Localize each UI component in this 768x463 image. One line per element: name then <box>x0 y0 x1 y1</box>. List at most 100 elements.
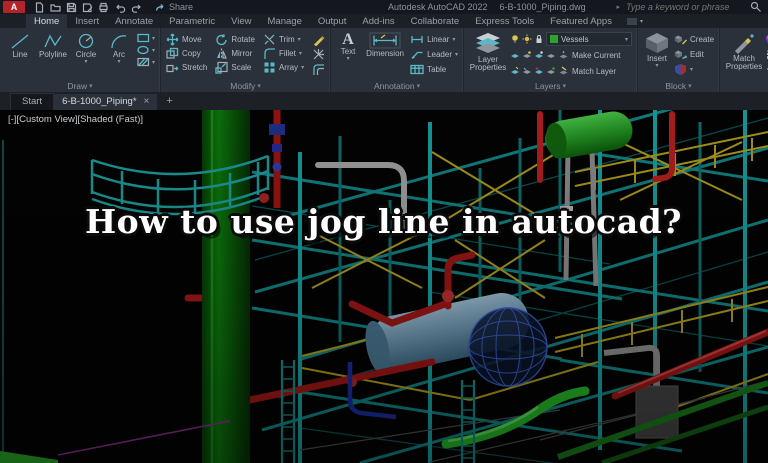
rectangle-tool[interactable]: ▾ <box>137 33 155 43</box>
mirror-label: Mirror <box>231 48 253 58</box>
explode-tool[interactable] <box>312 48 325 61</box>
layer-tool-icon[interactable] <box>510 66 520 76</box>
layer-tool-icon[interactable] <box>522 66 532 76</box>
layer-tool-icon[interactable] <box>534 50 544 60</box>
tab-view[interactable]: View <box>223 14 259 28</box>
leader-tool[interactable]: Leader ▾ <box>410 47 458 61</box>
panel-label-annotation[interactable]: Annotation <box>331 79 463 92</box>
layer-tool-icon[interactable] <box>546 66 556 76</box>
search-bar: ▸ <box>616 1 762 13</box>
make-current-tool[interactable]: Make Current <box>558 48 620 62</box>
tab-express-tools[interactable]: Express Tools <box>467 14 542 28</box>
panel-label-draw[interactable]: Draw <box>0 79 160 92</box>
layer-freeze-icon[interactable] <box>522 34 532 44</box>
match-layer-tool[interactable]: Match Layer <box>558 64 616 78</box>
create-block-label: Create <box>690 34 715 44</box>
block-attributes-tool[interactable]: ▾ <box>674 62 714 76</box>
scale-label: Scale <box>231 62 252 72</box>
plot-icon[interactable] <box>98 2 109 13</box>
fillet-tool[interactable]: Fillet ▾ <box>263 46 304 60</box>
linear-tool[interactable]: Linear ▾ <box>410 32 458 46</box>
dimension-tool[interactable]: Dimension <box>363 32 407 58</box>
undo-icon[interactable] <box>114 2 126 13</box>
line-label: Line <box>12 50 28 59</box>
layer-tool-icon[interactable] <box>510 50 520 60</box>
new-tab-button[interactable]: + <box>157 93 181 110</box>
layer-off-icon[interactable] <box>510 34 520 44</box>
chevron-down-icon: ▾ <box>452 36 456 43</box>
tab-parametric[interactable]: Parametric <box>161 14 223 28</box>
text-tool[interactable]: A Text ▾ <box>336 32 360 63</box>
scale-tool[interactable]: Scale <box>215 60 255 74</box>
save-icon[interactable] <box>66 2 77 13</box>
layer-lock-icon[interactable] <box>534 34 544 44</box>
tab-addins[interactable]: Add-ins <box>354 14 402 28</box>
layer-properties-tool[interactable]: Layer Properties <box>469 32 507 72</box>
tab-output[interactable]: Output <box>310 14 355 28</box>
tab-collaborate[interactable]: Collaborate <box>403 14 468 28</box>
piping-3d-model <box>0 110 768 463</box>
chevron-down-icon: ▾ <box>346 56 350 62</box>
redo-icon[interactable] <box>131 2 143 13</box>
layer-tool-icon[interactable] <box>522 50 532 60</box>
drawing-viewport[interactable]: [-] [Custom View] [Shaded (Fast)] How to… <box>0 110 768 463</box>
app-menu-button[interactable]: A <box>3 1 25 13</box>
circle-tool[interactable]: Circle ▾ <box>71 32 101 65</box>
hatch-icon <box>137 57 150 67</box>
move-tool[interactable]: Move <box>166 32 207 46</box>
rotate-tool[interactable]: Rotate <box>215 32 255 46</box>
tab-annotate[interactable]: Annotate <box>107 14 161 28</box>
tab-featured-apps[interactable]: Featured Apps <box>542 14 620 28</box>
panel-properties: Match Properties ByLayer ▾ By <box>720 28 768 92</box>
layer-tool-icon[interactable] <box>546 50 556 60</box>
offset-tool[interactable] <box>312 63 325 76</box>
arc-tool[interactable]: Arc ▾ <box>104 32 134 65</box>
drawing-tab[interactable]: 6-B-1000_Piping* × <box>54 94 158 110</box>
open-folder-icon[interactable] <box>50 2 61 13</box>
share-button[interactable]: Share <box>155 2 193 12</box>
array-tool[interactable]: Array ▾ <box>263 60 304 74</box>
close-tab-icon[interactable]: × <box>144 97 150 107</box>
trim-tool[interactable]: Trim ▾ <box>263 32 304 46</box>
panel-label-layers[interactable]: Layers <box>464 79 637 92</box>
mirror-tool[interactable]: Mirror <box>215 46 255 60</box>
edit-block-icon <box>674 50 688 59</box>
chevron-down-icon: ▾ <box>117 59 121 65</box>
viewport-menu-control[interactable]: [-] <box>8 114 16 125</box>
document-title: 6-B-1000_Piping.dwg <box>499 2 586 12</box>
scale-icon <box>215 61 228 74</box>
ellipse-tool[interactable]: ▾ <box>137 45 155 55</box>
hatch-tool[interactable]: ▾ <box>137 57 155 67</box>
erase-tool[interactable] <box>312 33 325 46</box>
panel-label-modify[interactable]: Modify <box>161 79 330 92</box>
chevron-down-icon: ▾ <box>455 51 459 58</box>
new-file-icon[interactable] <box>34 1 45 13</box>
table-icon <box>410 64 424 74</box>
layer-select[interactable]: Vessels ▾ <box>546 32 633 46</box>
insert-block-tool[interactable]: Insert ▾ <box>643 32 671 69</box>
panel-label-block[interactable]: Block <box>638 79 719 92</box>
visual-style-control[interactable]: [Shaded (Fast)] <box>78 114 143 125</box>
save-as-icon[interactable] <box>82 2 93 13</box>
table-tool[interactable]: Table <box>410 62 458 76</box>
layer-tool-icon[interactable] <box>534 66 544 76</box>
ribbon-options-button[interactable]: ▾ <box>620 14 649 28</box>
tab-manage[interactable]: Manage <box>260 14 310 28</box>
search-icon[interactable] <box>750 1 762 13</box>
line-tool[interactable]: Line <box>5 32 35 59</box>
search-input[interactable] <box>624 1 746 13</box>
panel-modify: Move Copy Stretch Rotate Mirror Scale Tr… <box>161 28 332 92</box>
match-layer-label: Match Layer <box>572 66 617 76</box>
stretch-tool[interactable]: Stretch <box>166 60 207 74</box>
tab-insert[interactable]: Insert <box>67 14 107 28</box>
match-properties-tool[interactable]: Match Properties <box>725 32 763 71</box>
start-tab[interactable]: Start <box>10 93 55 110</box>
polyline-tool[interactable]: Polyline <box>38 32 68 59</box>
panel-label-properties[interactable]: Properties <box>720 79 768 92</box>
edit-block-tool[interactable]: Edit <box>674 47 714 61</box>
create-block-tool[interactable]: Create <box>674 32 714 46</box>
tab-home[interactable]: Home <box>26 14 68 28</box>
view-control[interactable]: [Custom View] <box>16 114 77 125</box>
copy-tool[interactable]: Copy <box>166 46 207 60</box>
chevron-down-icon: ▾ <box>84 59 88 65</box>
